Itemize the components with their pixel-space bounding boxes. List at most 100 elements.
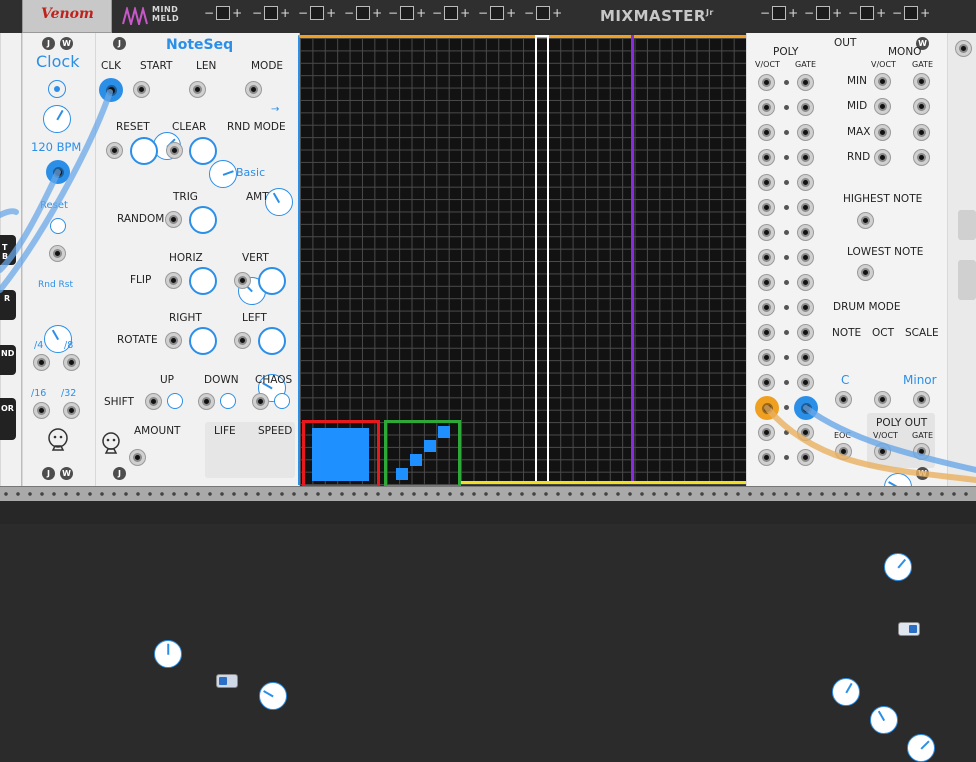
poly-gate-jack-3[interactable] [797, 124, 814, 141]
poly-gate-jack-9[interactable] [797, 274, 814, 291]
shift-chaos-button[interactable] [274, 393, 290, 409]
poly-gate-jack-7[interactable] [797, 224, 814, 241]
trim-5[interactable]: − + [388, 6, 426, 20]
clear-button[interactable] [189, 137, 217, 165]
poly-voct-plug-14[interactable] [755, 396, 779, 420]
poly-gate-plug-14[interactable] [794, 396, 818, 420]
shift-down-button[interactable] [220, 393, 236, 409]
shift-chaos-jack[interactable] [252, 393, 269, 410]
clock-div8-jack[interactable] [63, 354, 80, 371]
lowest-note-knob[interactable] [884, 553, 912, 581]
lowest-note-jack[interactable] [857, 264, 874, 281]
poly-voct-jack-5[interactable] [758, 174, 775, 191]
trim-3[interactable]: − + [298, 6, 336, 20]
oct-cv-jack[interactable] [874, 391, 891, 408]
trim-6[interactable]: − + [432, 6, 470, 20]
trim-4[interactable]: − + [344, 6, 382, 20]
trim-1[interactable]: − + [204, 6, 242, 20]
trim-10[interactable]: − + [804, 6, 842, 20]
highest-note-jack[interactable] [857, 212, 874, 229]
mid-voct-jack[interactable] [874, 98, 891, 115]
poly-gate-jack-12[interactable] [797, 349, 814, 366]
trim-11[interactable]: − + [848, 6, 886, 20]
trim-8[interactable]: − + [524, 6, 562, 20]
poly-gate-jack-4[interactable] [797, 149, 814, 166]
flip-horiz-button[interactable] [189, 267, 217, 295]
max-gate-jack[interactable] [913, 124, 930, 141]
mid-gate-jack[interactable] [913, 98, 930, 115]
poly-gate-jack-1[interactable] [797, 74, 814, 91]
note-cv-jack[interactable] [835, 391, 852, 408]
flip-vert-jack[interactable] [234, 272, 251, 289]
poly-out-voct-jack[interactable] [874, 443, 891, 460]
poly-voct-jack-13[interactable] [758, 374, 775, 391]
reset-jack[interactable] [106, 142, 123, 159]
clk-plug[interactable] [99, 78, 123, 102]
poly-gate-jack-13[interactable] [797, 374, 814, 391]
min-gate-jack[interactable] [913, 73, 930, 90]
poly-voct-jack-15[interactable] [758, 424, 775, 441]
rnd-voct-jack[interactable] [874, 149, 891, 166]
speed-knob[interactable] [259, 682, 287, 710]
clock-div16-jack[interactable] [33, 402, 50, 419]
eoc-jack[interactable] [835, 443, 852, 460]
oct-knob[interactable] [870, 706, 898, 734]
poly-gate-jack-11[interactable] [797, 324, 814, 341]
clock-run-button[interactable] [48, 80, 66, 98]
rotate-left-jack[interactable] [234, 332, 251, 349]
poly-voct-jack-8[interactable] [758, 249, 775, 266]
rotate-right-button[interactable] [189, 327, 217, 355]
poly-gate-jack-5[interactable] [797, 174, 814, 191]
poly-voct-jack-7[interactable] [758, 224, 775, 241]
rotate-right-jack[interactable] [165, 332, 182, 349]
len-knob[interactable] [209, 160, 237, 188]
clock-out-plug[interactable] [46, 160, 70, 184]
life-toggle[interactable] [216, 674, 238, 688]
poly-out-gate-jack[interactable] [913, 443, 930, 460]
min-voct-jack[interactable] [874, 73, 891, 90]
poly-gate-jack-15[interactable] [797, 424, 814, 441]
amount-knob[interactable] [154, 640, 182, 668]
poly-gate-jack-10[interactable] [797, 299, 814, 316]
shift-up-button[interactable] [167, 393, 183, 409]
reset-button[interactable] [130, 137, 158, 165]
start-cv-jack[interactable] [133, 81, 150, 98]
poly-voct-jack-12[interactable] [758, 349, 775, 366]
noteseq-grid[interactable] [298, 35, 746, 485]
poly-voct-jack-10[interactable] [758, 299, 775, 316]
clock-reset-button[interactable] [50, 218, 66, 234]
clock-div4-jack[interactable] [33, 354, 50, 371]
trim-9[interactable]: − + [760, 6, 798, 20]
clock-tempo-knob[interactable] [43, 105, 71, 133]
poly-gate-jack-6[interactable] [797, 199, 814, 216]
random-jack[interactable] [165, 211, 182, 228]
trim-12[interactable]: − + [892, 6, 930, 20]
rnd-gate-jack[interactable] [913, 149, 930, 166]
poly-gate-jack-8[interactable] [797, 249, 814, 266]
trim-2[interactable]: − + [252, 6, 290, 20]
amount-jack[interactable] [129, 449, 146, 466]
mode-knob[interactable] [265, 188, 293, 216]
poly-voct-jack-9[interactable] [758, 274, 775, 291]
poly-voct-jack-1[interactable] [758, 74, 775, 91]
poly-voct-jack-3[interactable] [758, 124, 775, 141]
trim-7[interactable]: − + [478, 6, 516, 20]
rotate-left-button[interactable] [258, 327, 286, 355]
clock-reset-jack[interactable] [49, 245, 66, 262]
scale-cv-jack[interactable] [913, 391, 930, 408]
note-knob[interactable] [832, 678, 860, 706]
clock-div32-jack[interactable] [63, 402, 80, 419]
poly-voct-jack-2[interactable] [758, 99, 775, 116]
scale-knob[interactable] [907, 734, 935, 762]
mode-cv-jack[interactable] [245, 81, 262, 98]
max-voct-jack[interactable] [874, 124, 891, 141]
drum-mode-toggle[interactable] [898, 622, 920, 636]
len-cv-jack[interactable] [189, 81, 206, 98]
poly-voct-jack-6[interactable] [758, 199, 775, 216]
flip-vert-button[interactable] [258, 267, 286, 295]
poly-gate-jack-16[interactable] [797, 449, 814, 466]
poly-voct-jack-4[interactable] [758, 149, 775, 166]
poly-gate-jack-2[interactable] [797, 99, 814, 116]
poly-voct-jack-16[interactable] [758, 449, 775, 466]
clear-jack[interactable] [166, 142, 183, 159]
